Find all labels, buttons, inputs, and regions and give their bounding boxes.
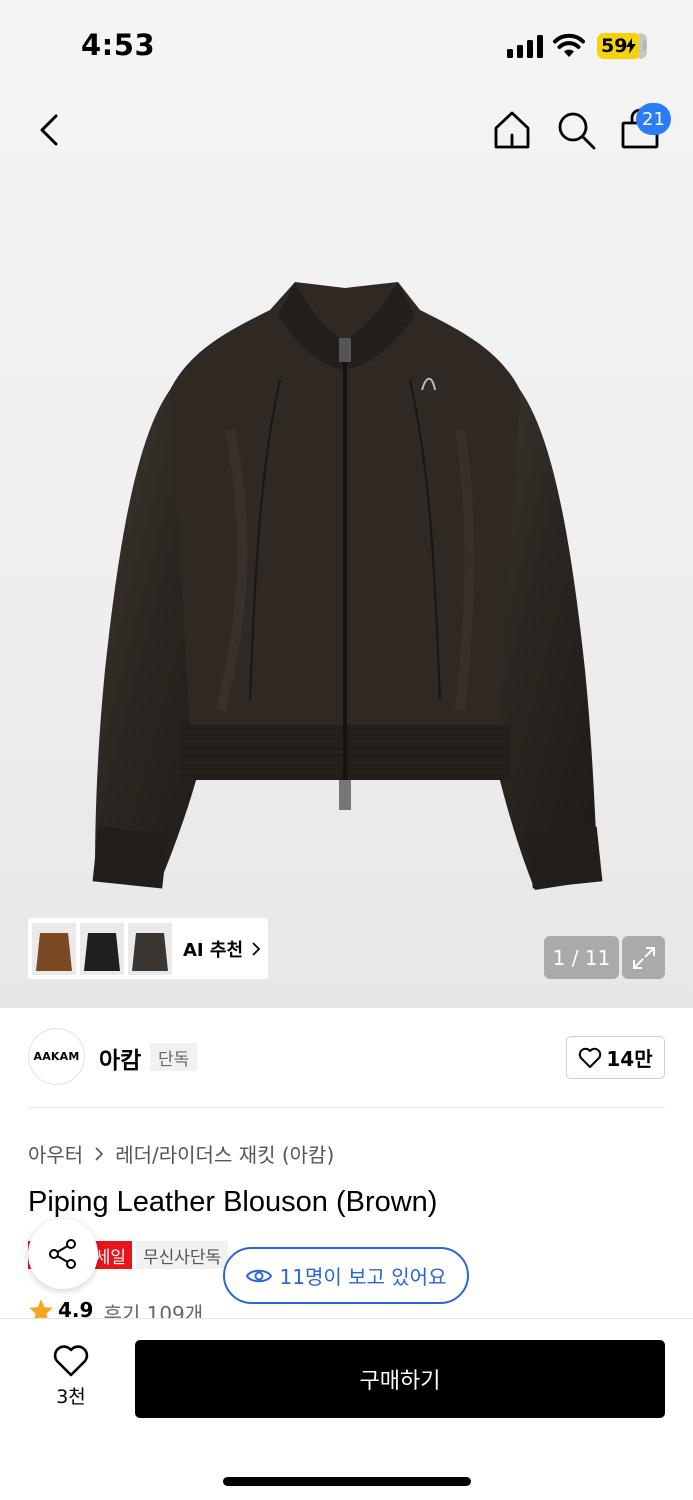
divider (28, 1107, 665, 1108)
brand-like-count: 14만 (606, 1047, 653, 1071)
brand-logo-text: AAKAM (33, 1050, 80, 1063)
brand-like-button[interactable]: 14만 (566, 1036, 665, 1079)
share-button[interactable] (28, 1219, 98, 1289)
viewers-badge: 11명이 보고 있어요 (223, 1247, 469, 1304)
recommend-thumbnail[interactable] (128, 922, 172, 975)
heart-icon (579, 1047, 602, 1068)
product-gallery[interactable]: 4:53 59 21 AI 추천 1 / 11 (0, 0, 693, 1008)
home-icon[interactable] (490, 108, 534, 152)
search-icon[interactable] (554, 108, 598, 152)
expand-button[interactable] (622, 936, 665, 979)
product-title: Piping Leather Blouson (Brown) (28, 1186, 438, 1218)
chevron-right-icon (252, 941, 261, 956)
review-count: 후기 109개 (103, 1302, 204, 1318)
image-counter: 1 / 11 (544, 936, 619, 979)
brand-logo[interactable]: AAKAM (28, 1028, 85, 1085)
back-icon[interactable] (30, 110, 70, 150)
buy-button[interactable]: 구매하기 (135, 1340, 665, 1418)
expand-icon (632, 946, 655, 969)
heart-icon (53, 1345, 89, 1377)
ai-recommend-button[interactable]: AI 추천 (28, 918, 268, 979)
exclusive-tag: 무신사단독 (136, 1241, 229, 1269)
product-image[interactable] (80, 270, 610, 910)
battery-charging-icon: 59 (597, 33, 647, 59)
wishlist-button[interactable]: 3천 (46, 1344, 96, 1414)
viewers-text: 11명이 보고 있어요 (279, 1265, 447, 1289)
recommend-thumbnail[interactable] (32, 922, 76, 975)
battery-level: 59 (601, 35, 628, 57)
cart-count-badge: 21 (636, 103, 671, 135)
breadcrumb-item[interactable]: 아우터 (28, 1139, 83, 1168)
rating-score: 4.9 (58, 1298, 94, 1318)
star-icon (29, 1299, 53, 1318)
rating-row[interactable]: 4.9 후기 109개 (28, 1298, 203, 1318)
home-indicator (223, 1477, 471, 1486)
brand-name[interactable]: 아캄 (99, 1041, 141, 1075)
brand-exclusive-tag: 단독 (150, 1043, 198, 1071)
status-bar: 4:53 59 (0, 0, 693, 90)
status-time: 4:53 (81, 28, 156, 62)
wishlist-count: 3천 (56, 1386, 86, 1408)
breadcrumb: 아우터 레더/라이더스 재킷 (아캄) (28, 1139, 334, 1168)
eye-icon (245, 1269, 272, 1282)
ai-recommend-label: AI 추천 (183, 939, 244, 961)
wifi-icon (553, 33, 585, 57)
bolt-icon (626, 38, 636, 54)
signal-icon (507, 34, 543, 58)
share-icon (49, 1239, 76, 1269)
recommend-thumbnail[interactable] (80, 922, 124, 975)
breadcrumb-item[interactable]: 레더/라이더스 재킷 (아캄) (115, 1139, 334, 1168)
chevron-right-icon (95, 1146, 104, 1161)
